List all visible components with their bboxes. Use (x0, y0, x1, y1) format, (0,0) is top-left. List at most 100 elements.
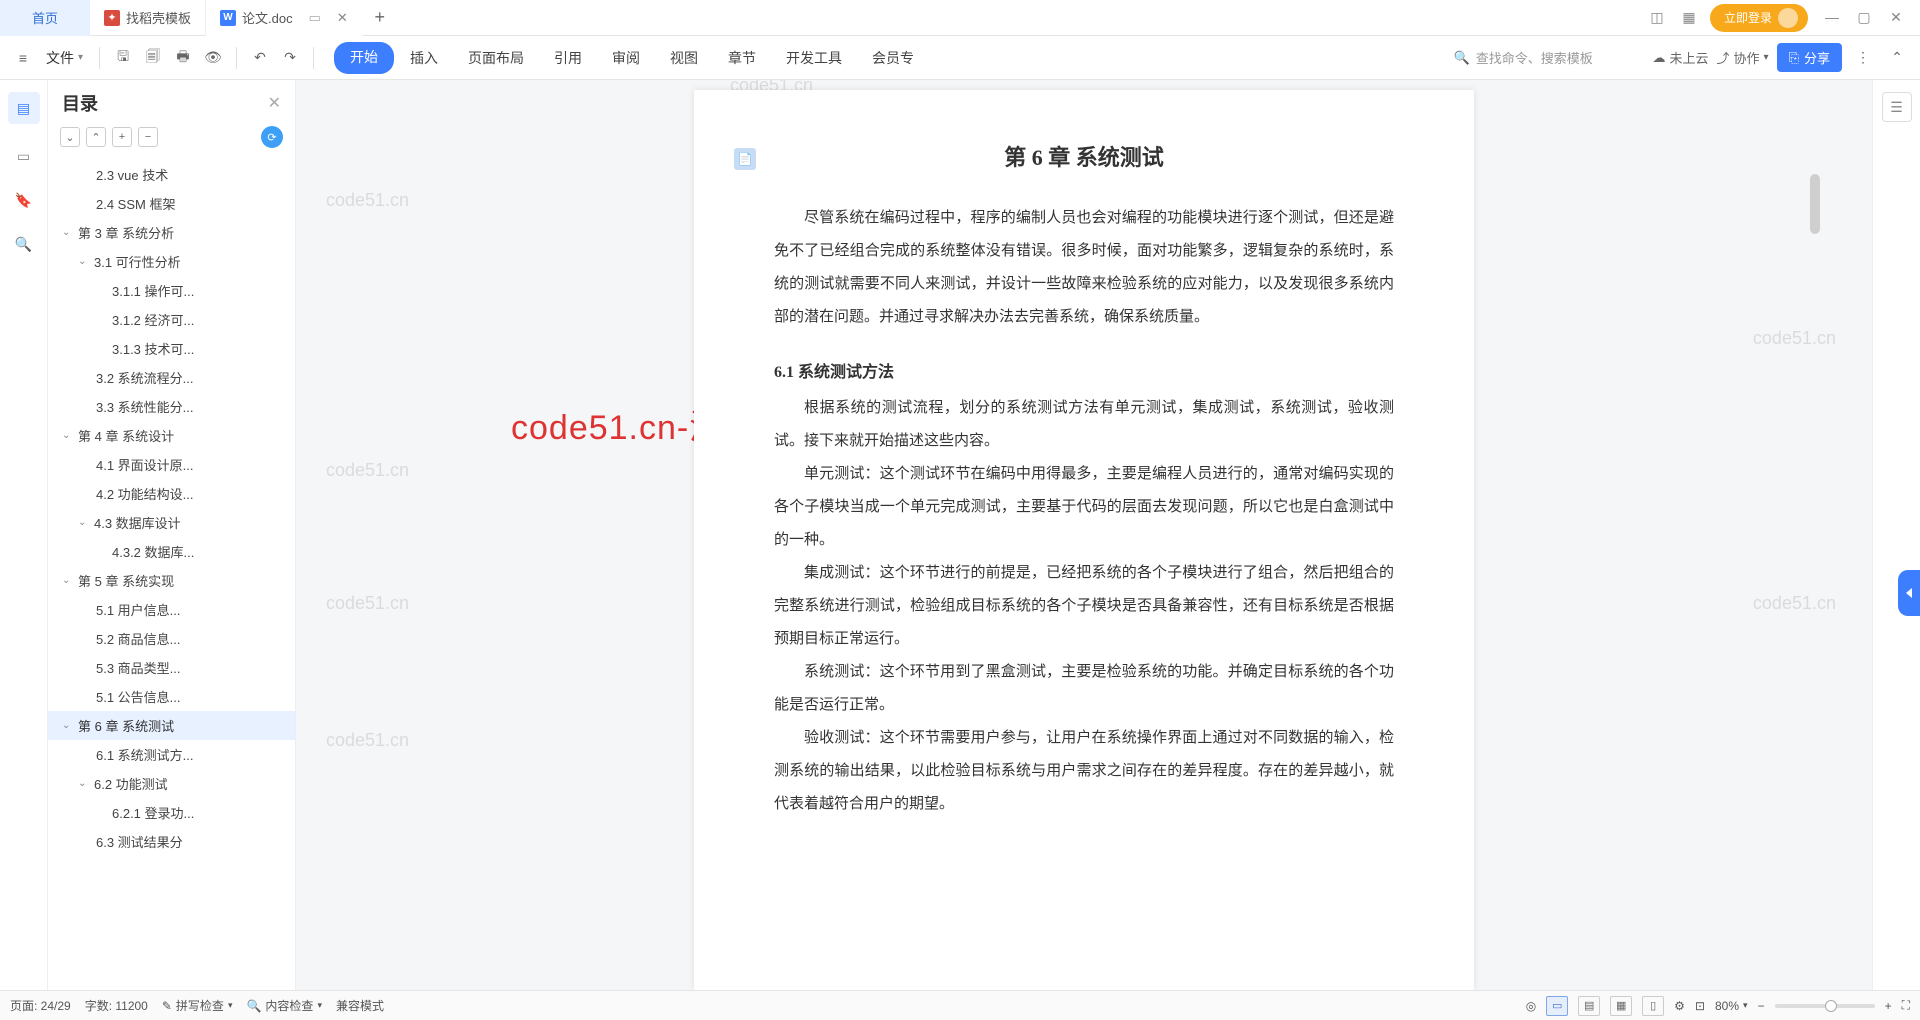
undo-icon[interactable]: ↶ (247, 45, 273, 71)
preview-icon[interactable]: 👁 (200, 45, 226, 71)
print-icon[interactable]: 🖶 (170, 45, 196, 71)
rail-outline-icon[interactable]: ▤ (8, 92, 40, 124)
collapse-ribbon-icon[interactable]: ⌃ (1884, 45, 1910, 71)
ribbon-tab-view[interactable]: 视图 (656, 42, 712, 74)
outline-item[interactable]: ⌄第 6 章 系统测试 (48, 711, 295, 740)
minimize-button[interactable]: — (1818, 9, 1846, 26)
outline-item[interactable]: 5.3 商品类型... (48, 653, 295, 682)
close-window-button[interactable]: ✕ (1882, 9, 1910, 26)
tab-document[interactable]: W 论文.doc ▭ ✕ (206, 0, 362, 36)
document-area[interactable]: code51.cn code51.cn code51.cn code51.cn … (296, 80, 1872, 990)
rail-nav-icon[interactable]: ▭ (12, 144, 36, 168)
share-icon: ⎘ (1789, 50, 1799, 66)
menu-icon[interactable]: ≡ (10, 45, 36, 71)
scrollbar-thumb[interactable] (1810, 174, 1820, 234)
vertical-scrollbar[interactable] (1810, 170, 1822, 986)
status-eye-icon[interactable]: ◎ (1526, 999, 1536, 1013)
outline-item[interactable]: 3.2 系统流程分... (48, 363, 295, 392)
login-button[interactable]: 立即登录 (1710, 4, 1808, 32)
outline-item[interactable]: ⌄第 5 章 系统实现 (48, 566, 295, 595)
outline-close-icon[interactable]: ✕ (268, 93, 281, 113)
outline-item[interactable]: 6.3 测试结果分 (48, 827, 295, 856)
zoom-label[interactable]: 80% ▾ (1715, 999, 1748, 1013)
doc-action-icon[interactable]: 📄 (734, 148, 756, 170)
outline-item[interactable]: ⌄第 4 章 系统设计 (48, 421, 295, 450)
outline-add[interactable]: + (112, 127, 132, 147)
outline-item[interactable]: 5.1 公告信息... (48, 682, 295, 711)
outline-item[interactable]: 6.2.1 登录功... (48, 798, 295, 827)
view-page-icon[interactable]: ▭ (1546, 996, 1568, 1016)
outline-item[interactable]: ⌄4.3 数据库设计 (48, 508, 295, 537)
add-tab-button[interactable]: + (362, 7, 398, 28)
ribbon-tab-start[interactable]: 开始 (334, 42, 394, 74)
outline-collapse-all[interactable]: ⌄ (60, 127, 80, 147)
ribbon-tab-layout[interactable]: 页面布局 (454, 42, 538, 74)
ribbon-tab-review[interactable]: 审阅 (598, 42, 654, 74)
coop-button[interactable]: ⤴ 协作 ▾ (1717, 48, 1769, 67)
search-input[interactable]: 🔍 查找命令、搜索模板 (1445, 43, 1645, 72)
ribbon-tab-section[interactable]: 章节 (714, 42, 770, 74)
fullscreen-icon[interactable]: ⛶ (1902, 998, 1910, 1013)
apps-icon[interactable]: ▦ (1678, 7, 1700, 29)
redo-icon[interactable]: ↷ (277, 45, 303, 71)
view-read-icon[interactable]: ▯ (1642, 996, 1664, 1016)
outline-item[interactable]: 6.1 系统测试方... (48, 740, 295, 769)
outline-item[interactable]: 3.1.3 技术可... (48, 334, 295, 363)
search-icon: 🔍 (1454, 50, 1470, 66)
ribbon-tab-insert[interactable]: 插入 (396, 42, 452, 74)
outline-item[interactable]: 5.1 用户信息... (48, 595, 295, 624)
paragraph: 尽管系统在编码过程中，程序的编制人员也会对编程的功能模块进行逐个测试，但还是避免… (774, 202, 1394, 334)
chevron-down-icon: ▾ (78, 52, 83, 63)
status-compat[interactable]: 兼容模式 (336, 997, 384, 1014)
zoom-fit-icon[interactable]: ⊡ (1695, 999, 1705, 1013)
right-panel-toggle[interactable]: ☰ (1882, 92, 1912, 122)
tab-window-icon[interactable]: ▭ (309, 10, 321, 26)
tab-home[interactable]: 首页 (0, 0, 90, 36)
cloud-status[interactable]: ☁ 未上云 (1653, 48, 1709, 67)
rail-search-icon[interactable]: 🔍 (12, 232, 36, 256)
tab-close-icon[interactable]: ✕ (337, 10, 348, 26)
ribbon-tab-ref[interactable]: 引用 (540, 42, 596, 74)
view-web-icon[interactable]: ▦ (1610, 996, 1632, 1016)
outline-item[interactable]: 2.3 vue 技术 (48, 160, 295, 189)
more-icon[interactable]: ⋮ (1850, 45, 1876, 71)
save-icon[interactable]: 🖫 (110, 45, 136, 71)
outline-item[interactable]: 5.2 商品信息... (48, 624, 295, 653)
avatar-icon (1778, 8, 1798, 28)
layout-icon[interactable]: ◫ (1646, 7, 1668, 29)
rail-bookmark-icon[interactable]: 🔖 (12, 188, 36, 212)
ribbon-tab-dev[interactable]: 开发工具 (772, 42, 856, 74)
outline-item[interactable]: 3.1.2 经济可... (48, 305, 295, 334)
paragraph: 集成测试：这个环节进行的前提是，已经把系统的各个子模块进行了组合，然后把组合的完… (774, 557, 1394, 656)
status-spellcheck[interactable]: ✎ 拼写检查 ▾ (162, 997, 233, 1014)
outline-item[interactable]: ⌄6.2 功能测试 (48, 769, 295, 798)
zoom-out-button[interactable]: − (1758, 999, 1765, 1013)
chevron-icon: ⌄ (62, 720, 74, 731)
zoom-slider[interactable] (1775, 1004, 1875, 1008)
side-drawer-tab[interactable] (1898, 570, 1920, 616)
outline-item[interactable]: 3.3 系统性能分... (48, 392, 295, 421)
outline-sync-icon[interactable]: ⟳ (261, 126, 283, 148)
outline-list: 2.3 vue 技术2.4 SSM 框架⌄第 3 章 系统分析⌄3.1 可行性分… (48, 156, 295, 990)
file-menu[interactable]: 文件 ▾ (40, 48, 89, 68)
status-page[interactable]: 页面: 24/29 (10, 997, 71, 1014)
outline-item[interactable]: 4.1 界面设计原... (48, 450, 295, 479)
outline-remove[interactable]: − (138, 127, 158, 147)
view-outline-icon[interactable]: ▤ (1578, 996, 1600, 1016)
share-button[interactable]: ⎘ 分享 (1777, 43, 1842, 72)
zoom-in-button[interactable]: + (1885, 999, 1892, 1013)
outline-expand-all[interactable]: ⌃ (86, 127, 106, 147)
outline-item[interactable]: 2.4 SSM 框架 (48, 189, 295, 218)
ribbon-tab-member[interactable]: 会员专 (858, 42, 928, 74)
outline-item[interactable]: ⌄第 3 章 系统分析 (48, 218, 295, 247)
saveas-icon[interactable]: 🗐 (140, 45, 166, 71)
outline-item[interactable]: ⌄3.1 可行性分析 (48, 247, 295, 276)
view-tools-icon[interactable]: ⚙ (1674, 999, 1685, 1013)
outline-item[interactable]: 4.3.2 数据库... (48, 537, 295, 566)
maximize-button[interactable]: ▢ (1850, 9, 1878, 26)
outline-item[interactable]: 4.2 功能结构设... (48, 479, 295, 508)
status-words[interactable]: 字数: 11200 (85, 997, 148, 1014)
status-contentcheck[interactable]: 🔍 内容检查 ▾ (246, 997, 322, 1014)
tab-template[interactable]: ✦ 找稻壳模板 (90, 0, 206, 36)
outline-item[interactable]: 3.1.1 操作可... (48, 276, 295, 305)
